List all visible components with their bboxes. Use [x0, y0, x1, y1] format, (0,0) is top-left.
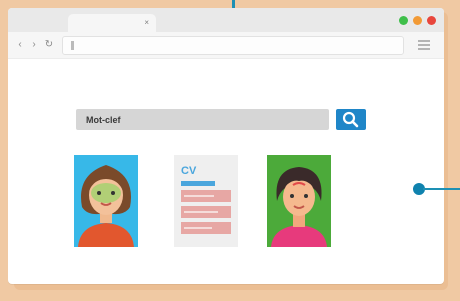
address-bar[interactable] — [62, 36, 404, 55]
menu-icon[interactable] — [418, 40, 430, 50]
browser-tab[interactable]: × — [68, 14, 156, 32]
reload-button[interactable]: ↻ — [43, 38, 55, 52]
window-controls — [399, 16, 436, 25]
search-input[interactable] — [76, 109, 329, 130]
callout-line-right — [423, 188, 460, 190]
maximize-button[interactable] — [399, 16, 408, 25]
search-icon — [342, 111, 359, 128]
woman-brown-hair-avatar — [74, 155, 138, 247]
result-card-cv[interactable]: CV — [174, 155, 238, 247]
close-button[interactable] — [427, 16, 436, 25]
result-card-1[interactable] — [74, 155, 138, 247]
cv-document-icon — [181, 181, 231, 234]
result-card-3[interactable] — [267, 155, 331, 247]
tab-close-icon[interactable]: × — [144, 14, 149, 32]
forward-button[interactable]: › — [28, 38, 40, 52]
navigation-bar: ‹ › ↻ — [8, 32, 444, 59]
search-field[interactable] — [76, 109, 329, 130]
back-button[interactable]: ‹ — [14, 38, 26, 52]
search-button[interactable] — [336, 109, 366, 130]
title-bar: × — [8, 8, 444, 32]
address-cursor-icon — [71, 41, 74, 50]
minimize-button[interactable] — [413, 16, 422, 25]
woman-dark-hair-avatar — [267, 155, 331, 247]
browser-window: × ‹ › ↻ Mot-clef CV — [8, 8, 444, 284]
